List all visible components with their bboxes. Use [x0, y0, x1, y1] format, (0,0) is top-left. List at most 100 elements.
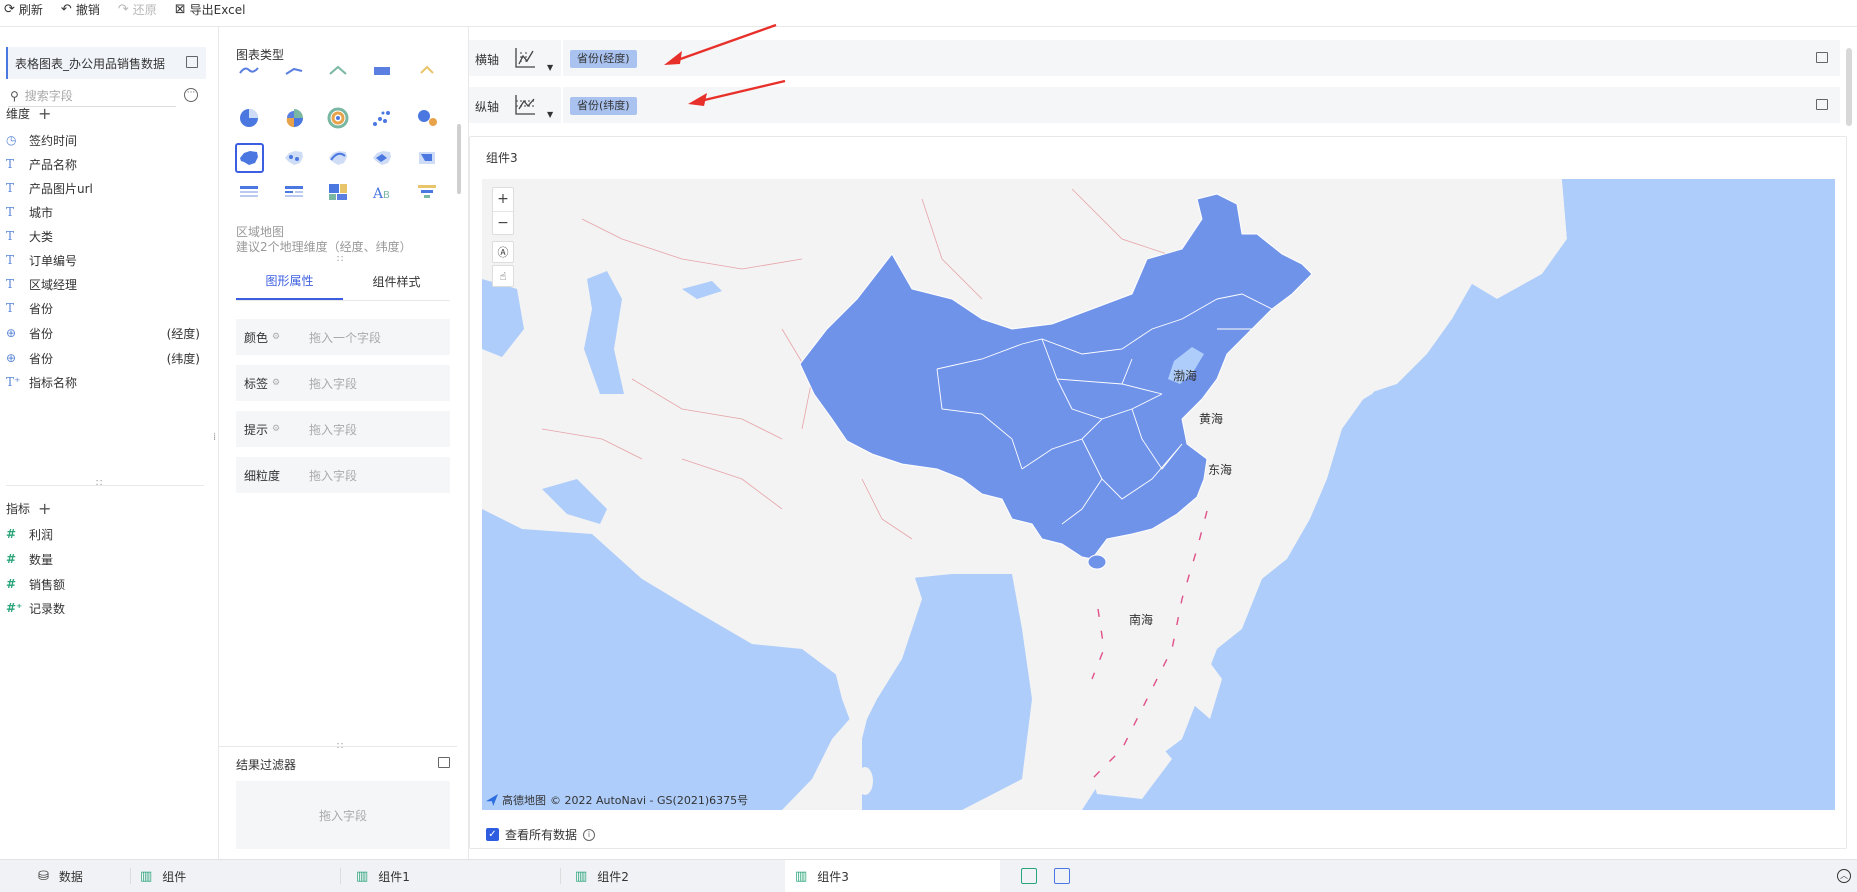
- drag-handle-icon[interactable]: ∷: [96, 478, 102, 489]
- tab-component-1[interactable]: ▥ 组件1: [356, 860, 556, 892]
- gear-icon[interactable]: ⚙: [272, 378, 280, 388]
- field-item[interactable]: # 数量: [6, 549, 204, 569]
- tab-component-3[interactable]: ▥ 组件3: [785, 860, 1000, 892]
- tile-map-icon[interactable]: [413, 143, 441, 173]
- heat-map-icon[interactable]: [368, 143, 396, 173]
- more-icon[interactable]: ···: [184, 88, 198, 102]
- chevron-down-icon[interactable]: ▼: [547, 110, 553, 119]
- undo-button[interactable]: ↶ 撤销: [61, 1, 100, 18]
- export-excel-button[interactable]: ⊠ 导出Excel: [175, 1, 246, 18]
- lock-icon[interactable]: [1816, 99, 1828, 110]
- rose-chart-icon[interactable]: [279, 103, 307, 133]
- bar-chart-icon: ▥: [356, 868, 369, 884]
- group-table-icon[interactable]: [279, 177, 307, 207]
- tab-component[interactable]: ▥ 组件: [140, 860, 340, 892]
- panel-splitter[interactable]: [6, 485, 204, 486]
- lock-icon[interactable]: [438, 757, 450, 768]
- radar-chart-icon[interactable]: [324, 63, 352, 85]
- refresh-button[interactable]: ⟳ 刷新: [4, 1, 43, 18]
- tab-separator: [560, 868, 561, 884]
- treemap-icon[interactable]: [324, 177, 352, 207]
- curve-chart-icon[interactable]: [279, 63, 307, 85]
- field-item[interactable]: T 订单编号: [6, 250, 204, 270]
- property-granularity[interactable]: 细粒度 拖入字段: [236, 457, 450, 493]
- pan-hand-icon[interactable]: ☝: [492, 265, 514, 287]
- x-axis-settings-icon[interactable]: [513, 46, 537, 70]
- redo-button[interactable]: ↷ 还原: [118, 1, 157, 18]
- field-item[interactable]: T 省份: [6, 298, 204, 318]
- add-dimension-icon[interactable]: +: [38, 105, 51, 121]
- gear-icon[interactable]: ⚙: [272, 332, 280, 342]
- x-axis-field-pill[interactable]: 省份(经度): [570, 50, 637, 68]
- add-dashboard-icon[interactable]: [1054, 868, 1070, 884]
- field-item[interactable]: T 产品名称: [6, 154, 204, 174]
- chevron-down-icon[interactable]: ▼: [547, 63, 553, 72]
- field-item[interactable]: ⊕ 省份 (纬度): [6, 348, 204, 368]
- redo-label: 还原: [132, 2, 157, 17]
- field-item[interactable]: T⁺ 指标名称: [6, 372, 204, 392]
- gear-icon[interactable]: ⚙: [272, 424, 280, 434]
- field-item[interactable]: T 大类: [6, 226, 204, 246]
- view-all-checkbox[interactable]: ✓: [486, 828, 499, 841]
- zoom-in-button[interactable]: +: [493, 188, 513, 211]
- field-item[interactable]: ◷ 签约时间: [6, 130, 204, 150]
- field-item[interactable]: # 销售额: [6, 574, 204, 594]
- add-component-icon[interactable]: [1021, 868, 1037, 884]
- region-map[interactable]: + − Ⓐ ☝ 渤海 黄海 东海 南海 高德地图 © 2022 AutoNavi…: [482, 179, 1835, 810]
- tab-component-2[interactable]: ▥ 组件2: [575, 860, 775, 892]
- map-select-tool-icon[interactable]: Ⓐ: [492, 241, 514, 263]
- zoom-out-button[interactable]: −: [493, 212, 513, 235]
- result-filter-dropzone[interactable]: 拖入字段: [236, 781, 450, 849]
- search-input[interactable]: [24, 88, 165, 103]
- detail-table-icon[interactable]: [235, 177, 263, 207]
- view-all-data[interactable]: ✓ 查看所有数据 i: [486, 826, 596, 843]
- right-scrollbar[interactable]: [1846, 48, 1852, 126]
- point-map-icon[interactable]: [280, 143, 308, 173]
- scatter-chart-icon[interactable]: [368, 103, 396, 133]
- field-item[interactable]: T 产品图片url: [6, 178, 204, 198]
- flow-map-icon[interactable]: [324, 143, 352, 173]
- tab-data[interactable]: ⛁ 数据: [38, 860, 128, 892]
- funnel-chart-icon[interactable]: [413, 63, 441, 85]
- field-label: 省份: [29, 351, 54, 366]
- dimensions-title: 维度: [6, 107, 31, 121]
- region-map-icon[interactable]: [235, 143, 264, 173]
- field-item[interactable]: ⊕ 省份 (经度): [6, 323, 204, 343]
- info-icon[interactable]: i: [583, 828, 596, 841]
- y-axis-label: 纵轴: [475, 100, 500, 114]
- tab-graphic-properties[interactable]: 图形属性: [236, 263, 343, 300]
- export-label: 导出Excel: [189, 2, 246, 17]
- y-axis-settings-icon[interactable]: [513, 93, 537, 117]
- tab-component-style[interactable]: 组件样式: [343, 263, 450, 300]
- property-color[interactable]: 颜色 ⚙ 拖入一个字段: [236, 319, 450, 355]
- switch-dataset-icon[interactable]: [186, 56, 198, 68]
- area-chart-icon[interactable]: [368, 63, 396, 85]
- y-axis-field-pill[interactable]: 省份(纬度): [570, 97, 637, 115]
- pie-chart-icon[interactable]: [235, 103, 263, 133]
- text-icon: T: [6, 157, 15, 171]
- add-measure-icon[interactable]: +: [38, 500, 51, 516]
- map-copyright: 高德地图 © 2022 AutoNavi - GS(2021)6375号: [486, 792, 748, 808]
- property-label-field[interactable]: 标签 ⚙ 拖入字段: [236, 365, 450, 401]
- field-item[interactable]: T 城市: [6, 202, 204, 222]
- line-chart-icon[interactable]: [235, 63, 263, 85]
- property-placeholder: 拖入一个字段: [309, 330, 382, 345]
- chevron-up-icon[interactable]: ︿: [1837, 869, 1851, 883]
- property-label: 提示: [244, 422, 269, 437]
- field-label: 签约时间: [29, 133, 78, 148]
- field-item[interactable]: T 区域经理: [6, 274, 204, 294]
- globe-icon: ⊕: [6, 351, 17, 365]
- field-item[interactable]: # 利润: [6, 524, 204, 544]
- vertical-drag-handle-icon[interactable]: ⁞: [213, 432, 216, 443]
- word-cloud-icon[interactable]: AB: [368, 177, 396, 207]
- dataset-selector[interactable]: 表格图表_办公用品销售数据: [6, 47, 206, 79]
- chart-type-scrollbar[interactable]: [457, 124, 461, 194]
- property-tooltip[interactable]: 提示 ⚙ 拖入字段: [236, 411, 450, 447]
- field-label: 大类: [29, 229, 54, 244]
- amap-logo-icon: [486, 794, 498, 806]
- lock-icon[interactable]: [1816, 52, 1828, 63]
- funnel-icon[interactable]: [413, 177, 441, 207]
- field-item[interactable]: #⁺ 记录数: [6, 598, 204, 618]
- bubble-chart-icon[interactable]: [413, 103, 441, 133]
- multi-pie-chart-icon[interactable]: [324, 103, 352, 133]
